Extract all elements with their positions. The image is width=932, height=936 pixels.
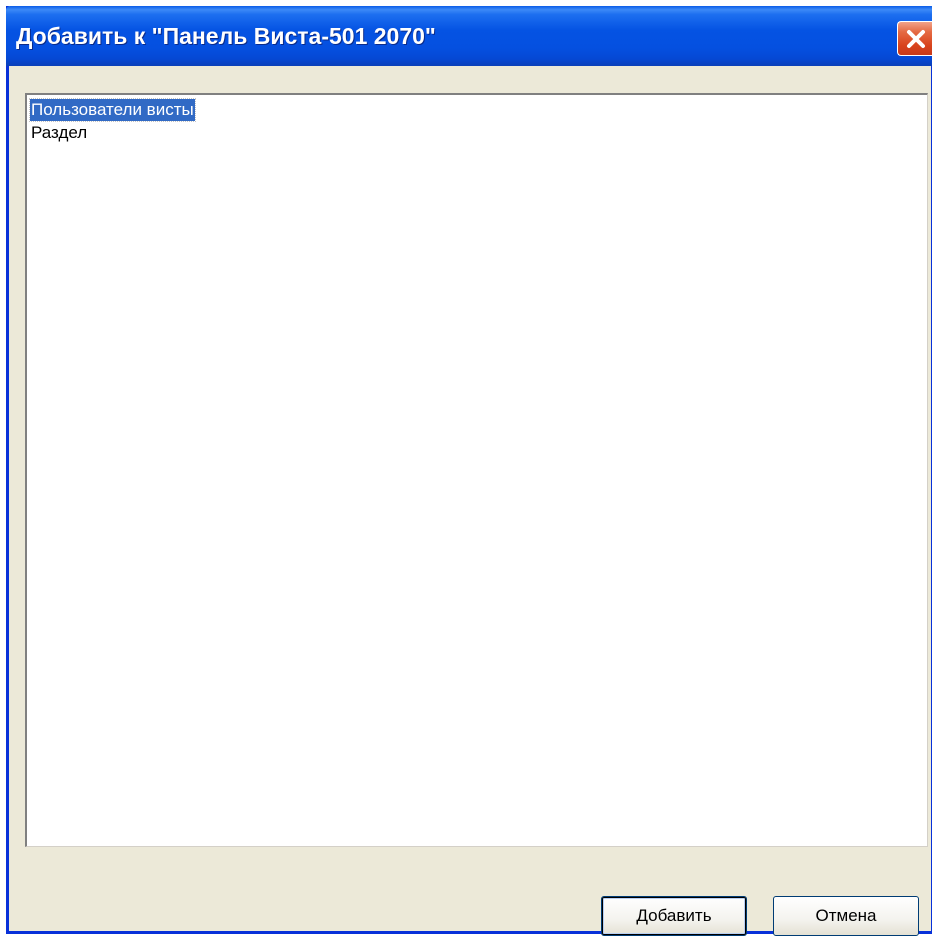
close-button[interactable] xyxy=(897,21,932,56)
add-button[interactable]: Добавить xyxy=(601,896,747,936)
add-to-panel-dialog: Добавить к "Панель Виста-501 2070" Польз… xyxy=(6,6,932,936)
close-icon xyxy=(907,30,925,48)
object-type-list[interactable]: Пользователи висты Раздел xyxy=(25,93,928,847)
title-bar[interactable]: Добавить к "Панель Виста-501 2070" xyxy=(6,6,932,66)
window-title: Добавить к "Панель Виста-501 2070" xyxy=(16,23,436,49)
list-item-label: Пользователи висты xyxy=(31,100,194,119)
list-item-section[interactable]: Раздел xyxy=(30,122,88,144)
list-item-label: Раздел xyxy=(31,123,88,142)
list-item-users[interactable]: Пользователи висты xyxy=(29,98,196,122)
cancel-button[interactable]: Отмена xyxy=(773,896,919,936)
